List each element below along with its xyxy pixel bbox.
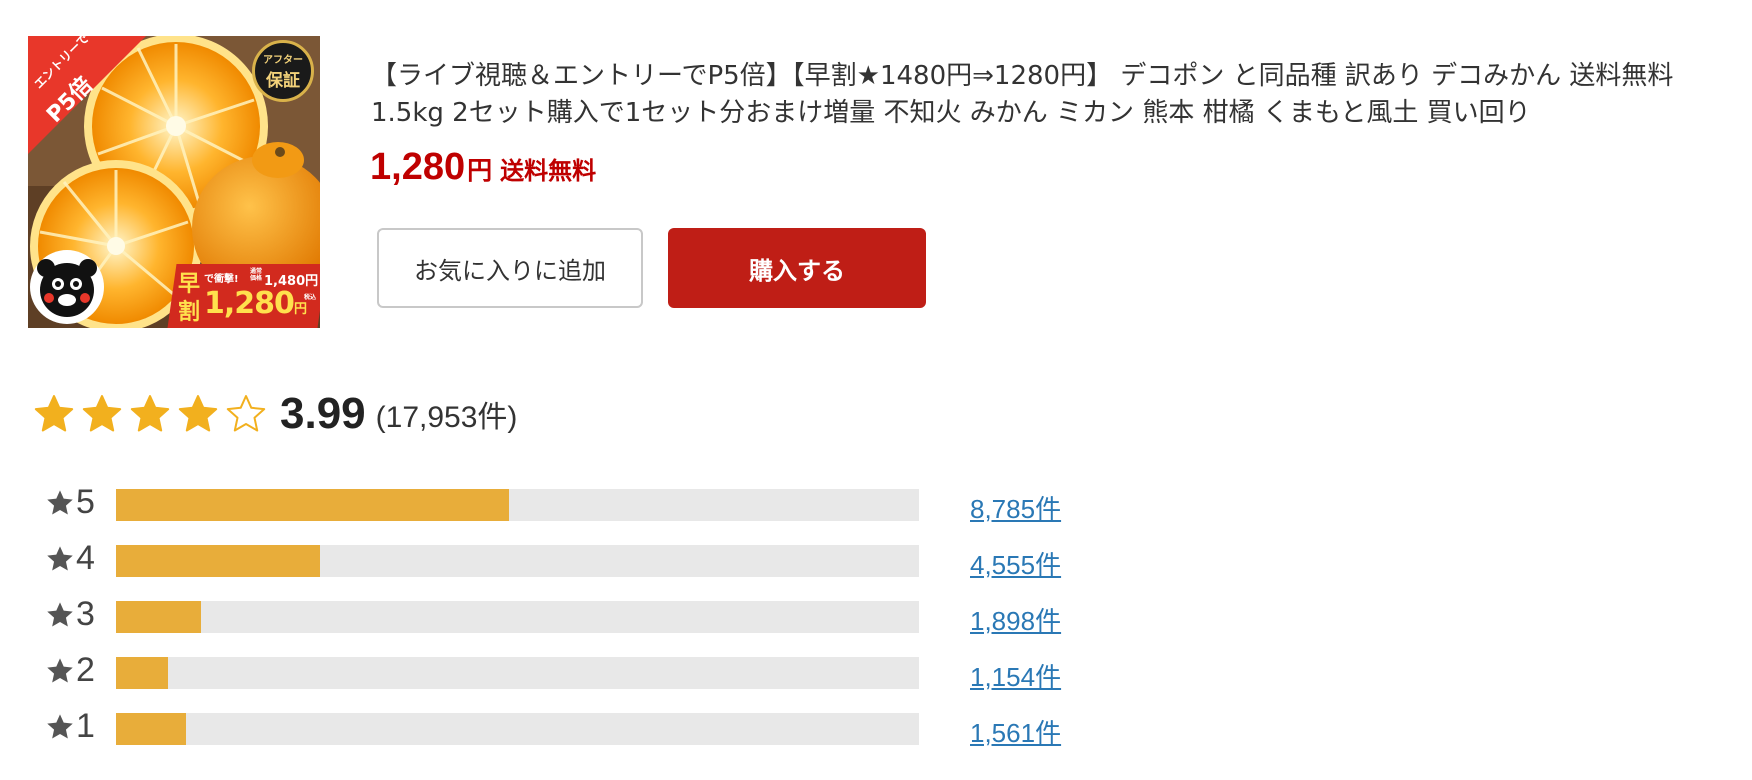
distribution-bar-fill — [116, 545, 320, 577]
distribution-bar-fill — [116, 713, 186, 745]
star-full-icon — [82, 395, 122, 432]
distribution-label: 3 — [46, 595, 95, 634]
distribution-bar-fill — [116, 489, 509, 521]
distribution-bar-track — [116, 545, 919, 577]
distribution-bar-fill — [116, 657, 168, 689]
product-image[interactable]: エントリーで P5倍 アフター 保証 早 割 で衝撃! 通常価格 1,480円 … — [28, 36, 320, 328]
promo-tax: 税込 — [304, 294, 317, 301]
rating-count: (17,953件) — [375, 401, 518, 434]
buy-button[interactable]: 購入する — [668, 228, 926, 308]
after-badge-big: 保証 — [266, 71, 300, 91]
distribution-label: 2 — [46, 651, 95, 690]
after-guarantee-badge: アフター 保証 — [252, 40, 314, 102]
promo-new-price: 1,280 — [204, 286, 295, 321]
shipping-label: 送料無料 — [500, 157, 597, 185]
distribution-stars-number: 3 — [76, 595, 95, 633]
price-unit: 円 — [467, 156, 493, 185]
star-mini-icon — [47, 601, 73, 627]
rating-summary: 3.99 (17,953件) — [34, 384, 517, 444]
distribution-count-link[interactable]: 1,561件 — [970, 713, 1061, 750]
distribution-row: 2 1,154件 — [46, 649, 1076, 705]
distribution-bar-track — [116, 601, 919, 633]
distribution-count-link[interactable]: 1,898件 — [970, 601, 1061, 638]
distribution-label: 1 — [46, 707, 95, 746]
distribution-count-link[interactable]: 8,785件 — [970, 489, 1061, 526]
distribution-bar-fill — [116, 601, 201, 633]
after-badge-small: アフター — [263, 55, 303, 66]
star-mini-icon — [47, 713, 73, 739]
promo-old-label: 通常価格 — [250, 268, 263, 282]
star-full-icon — [178, 395, 218, 432]
distribution-row: 1 1,561件 — [46, 705, 1076, 761]
distribution-row: 5 8,785件 — [46, 481, 1076, 537]
distribution-stars-number: 5 — [76, 483, 95, 521]
distribution-stars-number: 1 — [76, 707, 95, 745]
distribution-bar-track — [116, 657, 919, 689]
distribution-bar-track — [116, 713, 919, 745]
rating-value: 3.99 — [280, 389, 366, 438]
star-full-icon — [34, 395, 74, 432]
price-row: 1,280円 送料無料 — [370, 146, 596, 189]
promo-wari: 割 — [178, 300, 201, 325]
add-to-favorites-button[interactable]: お気に入りに追加 — [377, 228, 643, 308]
distribution-stars-number: 2 — [76, 651, 95, 689]
mascot-icon — [30, 250, 104, 324]
distribution-bar-track — [116, 489, 919, 521]
distribution-row: 4 4,555件 — [46, 537, 1076, 593]
distribution-row: 3 1,898件 — [46, 593, 1076, 649]
distribution-stars-number: 4 — [76, 539, 95, 577]
distribution-label: 4 — [46, 539, 95, 578]
rating-stars — [34, 394, 266, 434]
star-mini-icon — [47, 545, 73, 571]
promo-shogeki: で衝撃! — [204, 274, 239, 285]
distribution-count-link[interactable]: 1,154件 — [970, 657, 1061, 694]
distribution-count-link[interactable]: 4,555件 — [970, 545, 1061, 582]
star-full-icon — [130, 395, 170, 432]
rating-distribution: 5 8,785件 4 4,555件 3 1,898件 2 1,154件 1 1,561件 — [46, 481, 1076, 761]
star-mini-icon — [47, 489, 73, 515]
star-empty-icon — [226, 395, 266, 432]
product-title[interactable]: 【ライブ視聴＆エントリーでP5倍】【早割★1480円⇒1280円】 デコポン と… — [371, 58, 1721, 132]
distribution-label: 5 — [46, 483, 95, 522]
star-mini-icon — [47, 657, 73, 683]
price-value: 1,280 — [370, 146, 466, 188]
